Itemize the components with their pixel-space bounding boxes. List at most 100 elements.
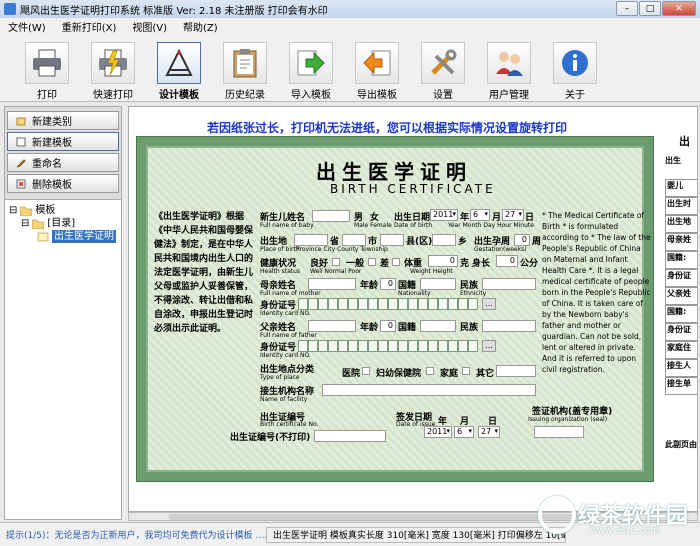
tree-item-label: 出生医学证明 <box>52 230 116 243</box>
hospital-checkbox[interactable] <box>362 367 370 375</box>
father-nationality-field[interactable] <box>420 320 456 332</box>
poor-label: 差 <box>380 259 390 269</box>
window-title: 飓风出生医学证明打印系统 标准版 Ver: 2.18 未注册版 打印会有水印 <box>20 5 328 17</box>
watermark-url: www.33LC.com <box>590 526 659 536</box>
minimize-button[interactable]: – <box>616 1 638 16</box>
settings-icon <box>431 49 457 75</box>
issue-year-unit: 年 <box>438 417 448 427</box>
menu-view[interactable]: 视图(V) <box>132 19 167 34</box>
app-icon <box>4 3 16 15</box>
stub-row: 出生地 <box>665 215 697 233</box>
father-id-picker-button[interactable]: ... <box>482 340 496 352</box>
issue-day-unit: 日 <box>488 417 498 427</box>
new-category-button[interactable]: 新建类别 <box>7 111 119 130</box>
good-checkbox[interactable] <box>332 258 340 266</box>
poor-checkbox[interactable] <box>392 258 400 266</box>
delete-template-label: 删除模板 <box>32 180 72 191</box>
history-icon <box>233 49 257 78</box>
mother-id-en: Identity card NO. <box>260 310 311 317</box>
baby-name-field[interactable] <box>312 210 350 222</box>
mother-ethnic-field[interactable] <box>482 278 536 290</box>
height-field[interactable]: 0 <box>496 255 518 267</box>
facility-field[interactable] <box>322 384 536 396</box>
new-category-label: 新建类别 <box>32 117 72 128</box>
print-button[interactable]: 打印 <box>14 42 80 101</box>
father-age-field[interactable]: 0 <box>380 320 396 332</box>
province-field[interactable] <box>294 234 328 246</box>
other-field[interactable] <box>496 365 536 377</box>
import-template-label: 导入模板 <box>291 90 331 101</box>
collapse-icon[interactable]: ⊟ <box>9 204 17 217</box>
mother-age-field[interactable]: 0 <box>380 278 396 290</box>
tree-folder[interactable]: ⊟ [目录] <box>9 217 117 230</box>
father-name-field[interactable] <box>308 320 356 332</box>
issue-month-select[interactable]: 6 <box>454 426 474 438</box>
issuing-org-field[interactable] <box>534 426 584 438</box>
mother-id-cells[interactable] <box>298 298 478 310</box>
mother-nationality-field[interactable] <box>420 278 456 290</box>
father-id-cells[interactable] <box>298 340 478 352</box>
issuing-org-en: Issuing organization (seal) <box>528 416 608 423</box>
user-management-button[interactable]: 用户管理 <box>476 42 542 101</box>
tree-folder-label: [目录] <box>47 218 76 229</box>
father-name-en: Full name of father <box>260 332 317 339</box>
export-template-button[interactable]: 导出模板 <box>344 42 410 101</box>
menu-help[interactable]: 帮助(Z) <box>183 19 218 34</box>
settings-button[interactable]: 设置 <box>410 42 476 101</box>
users-icon <box>496 52 523 76</box>
gestation-en: Gestation(weeks) <box>474 246 527 253</box>
menu-reprint[interactable]: 重新打印(X) <box>62 19 117 34</box>
quick-print-button[interactable]: 快速打印 <box>80 42 146 101</box>
delete-template-button[interactable]: 删除模板 <box>7 174 119 193</box>
town-field[interactable] <box>432 234 456 246</box>
import-icon <box>297 50 325 76</box>
mother-name-field[interactable] <box>308 278 356 290</box>
city-field[interactable] <box>342 234 366 246</box>
stub-row: 国籍: <box>665 251 697 269</box>
baby-name-en: Full name of baby <box>260 222 314 229</box>
info-icon <box>562 50 588 76</box>
design-template-label: 设计模板 <box>159 90 199 101</box>
issue-year-select[interactable]: 2011 <box>424 426 452 438</box>
about-button[interactable]: 关于 <box>542 42 608 101</box>
cert-no-field[interactable] <box>314 430 386 442</box>
weight-field[interactable]: 0 <box>428 255 458 267</box>
home-checkbox[interactable] <box>462 367 470 375</box>
collapse-icon[interactable]: ⊟ <box>21 217 29 230</box>
birth-month-select[interactable]: 6 <box>470 209 490 221</box>
mother-id-picker-button[interactable]: ... <box>482 298 496 310</box>
birth-year-select[interactable]: 2011 <box>430 209 458 221</box>
mch-checkbox[interactable] <box>426 367 434 375</box>
father-ethnic-field[interactable] <box>482 320 536 332</box>
birth-day-select[interactable]: 27 <box>502 209 524 221</box>
stub-row: 国籍: <box>665 305 697 323</box>
certificate-template: 出生医学证明 BIRTH CERTIFICATE 《出生医学证明》根据《中华人民… <box>136 136 654 482</box>
design-template-button[interactable]: 设计模板 <box>146 42 212 101</box>
scroll-thumb[interactable] <box>169 514 589 520</box>
father-id-en: Identity card NO. <box>260 352 311 359</box>
menu-file[interactable]: 文件(W) <box>8 19 46 34</box>
issue-day-select[interactable]: 27 <box>478 426 500 438</box>
template-sidebar: 新建类别 新建模板 重命名 删除模板 ⊟ 模板 ⊟ [目录] 出生医学证明 <box>4 106 122 520</box>
rotate-print-notice: 若因纸张过长，打印机无法进纸，您可以根据实际情况设置旋转打印 <box>207 121 568 135</box>
ymd-en: Year Month Day Hour Minute <box>448 222 534 229</box>
title-bar: 飓风出生医学证明打印系统 标准版 Ver: 2.18 未注册版 打印会有水印 –… <box>0 0 700 18</box>
folder-icon <box>20 206 33 216</box>
tree-root[interactable]: ⊟ 模板 <box>9 204 117 217</box>
maximize-button[interactable]: □ <box>639 1 661 16</box>
normal-checkbox[interactable] <box>368 258 376 266</box>
stub-row: 接生人 <box>665 359 697 377</box>
close-button[interactable]: ✕ <box>662 1 696 16</box>
new-template-button[interactable]: 新建模板 <box>7 132 119 151</box>
gestation-field[interactable]: 0 <box>514 234 530 246</box>
history-label: 历史纪录 <box>225 90 265 101</box>
cert-no-en: Birth certificate No. <box>260 421 319 428</box>
english-note: * The Medical Certificate of Birth * is … <box>542 211 651 374</box>
place-type-en: Type of place <box>260 374 300 381</box>
history-button[interactable]: 历史纪录 <box>212 42 278 101</box>
tree-item-birth-certificate[interactable]: 出生医学证明 <box>9 230 117 243</box>
rename-button[interactable]: 重命名 <box>7 153 119 172</box>
import-template-button[interactable]: 导入模板 <box>278 42 344 101</box>
mother-name-en: Full name of mother <box>260 290 321 297</box>
county-field[interactable] <box>380 234 404 246</box>
